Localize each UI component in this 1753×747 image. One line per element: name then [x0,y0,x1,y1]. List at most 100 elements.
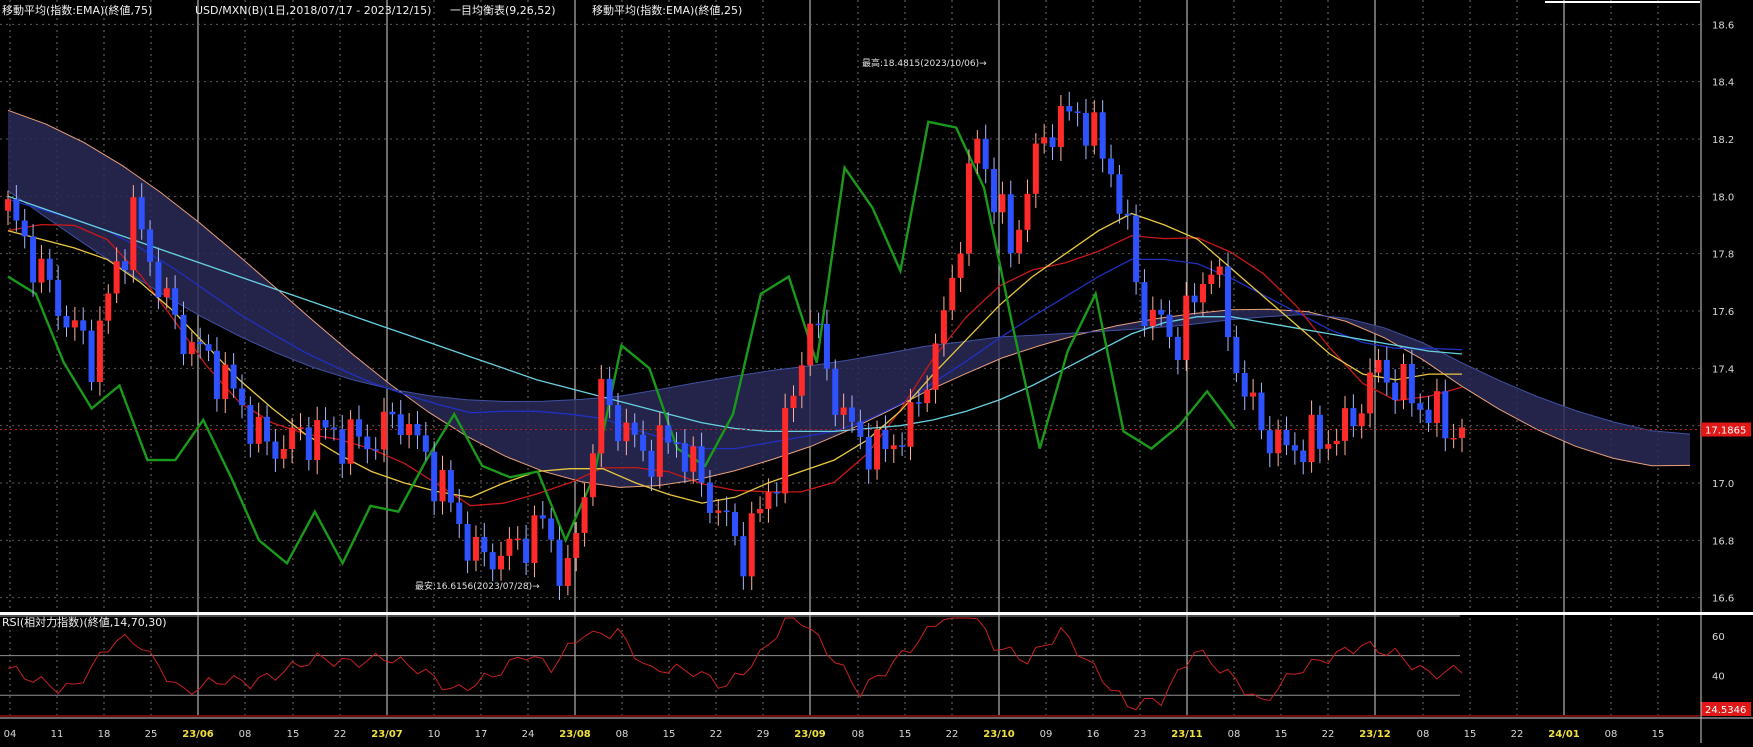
rsi-title: RSI(相対力指数)(終値,14,70,30) [2,615,167,629]
date-tick-label: 29 [757,729,770,740]
candle-body [573,532,580,558]
candle-body [598,378,605,454]
candle-body [773,492,780,494]
candle-body [1024,193,1031,230]
price-tick-label: 16.8 [1712,536,1734,547]
candle-body [163,288,170,298]
candle-body [1032,143,1039,194]
candle-body [991,169,998,213]
candle-body [1358,413,1365,427]
candle-body [949,277,956,311]
candle-body [130,197,137,271]
candle-body [915,402,922,404]
date-tick-label: 15 [287,729,300,740]
candle-body [757,508,764,514]
candle-body [222,364,229,399]
date-tick-label: 08 [616,729,629,740]
price-tick-label: 18.0 [1712,192,1734,203]
candle-body [932,343,939,390]
date-tick-label: 09 [1040,729,1053,740]
candle-body [681,443,688,472]
date-tick-label: 22 [710,729,723,740]
candle-body [46,258,53,280]
candlesticks [5,91,1465,600]
candle-body [414,424,421,436]
candle-body [322,420,329,428]
candle-body [1199,284,1206,303]
candle-body [1275,429,1282,454]
date-tick-label: 15 [1275,729,1288,740]
candle-body [272,441,279,459]
candle-body [1258,392,1265,431]
candle-body [1425,409,1432,423]
candle-body [890,445,897,450]
candle-body [899,445,906,447]
candle-body [982,138,989,170]
candle-body [857,421,864,437]
candle-body [481,536,488,553]
candle-body [732,511,738,537]
candle-body [13,199,20,221]
candle-body [1308,414,1315,463]
candle-body [1133,215,1140,283]
candle-body [1266,430,1273,454]
candle-body [606,378,613,406]
candle-body [330,427,337,430]
date-tick-label: 23/11 [1171,729,1203,740]
chart-root: RSI(相対力指数)(終値,14,70,30) 60 40 24.5346 04 11 1… [0,0,1753,743]
date-tick-label: 22 [1511,729,1524,740]
candle-body [30,236,37,283]
date-tick-label: 24/01 [1548,729,1580,740]
candle-body [498,555,505,570]
date-tick-label: 16 [1087,729,1100,740]
candle-body [1291,445,1298,451]
candle-body [965,163,972,254]
price-tick-label: 18.6 [1712,20,1734,31]
candle-body [1375,359,1382,373]
candle-body [355,419,362,437]
candle-body [1233,337,1240,374]
candle-body [297,427,304,429]
high-annotation: 最高:18.4815(2023/10/06)→ [862,57,987,69]
candle-body [406,424,413,436]
candle-body [1007,194,1014,254]
candle-body [865,436,872,470]
candle-body [63,315,70,328]
candle-body [121,261,128,271]
candle-body [305,427,312,460]
candle-body [1442,391,1449,439]
candle-body [188,342,195,355]
candle-body [264,416,271,442]
candle-body [1057,106,1064,148]
candle-body [1091,112,1098,146]
candle-body [1216,266,1223,275]
candle-body [280,448,287,459]
candle-body [623,422,630,442]
date-tick-label: 08 [1228,729,1241,740]
candle-body [1417,403,1424,410]
candle-body [589,453,596,498]
rsi-tick-label: 40 [1712,671,1725,682]
candle-body [615,405,622,442]
rsi-current-label: 24.5346 [1705,705,1746,716]
date-tick-label: 23/09 [794,729,826,740]
candle-body [1124,213,1131,216]
candle-body [631,422,638,435]
price-tick-label: 17.6 [1712,307,1734,318]
date-tick-label: 08 [1605,729,1618,740]
current-price-label: 17.1865 [1705,426,1746,437]
date-tick-label: 08 [1417,729,1430,740]
candle-body [205,344,212,351]
price-tick-label: 17.8 [1712,250,1734,261]
candle-body [748,513,755,577]
candle-body [255,416,262,444]
candle-body [1433,391,1440,423]
candle-body [238,388,245,406]
chart-svg: RSI(相対力指数)(終値,14,70,30) 60 40 24.5346 04 11 1… [0,0,1753,743]
candle-body [506,538,513,556]
candle-body [782,407,789,494]
candle-body [1367,372,1374,414]
candle-body [1183,295,1190,361]
candle-body [957,253,964,278]
candle-body [832,368,839,415]
